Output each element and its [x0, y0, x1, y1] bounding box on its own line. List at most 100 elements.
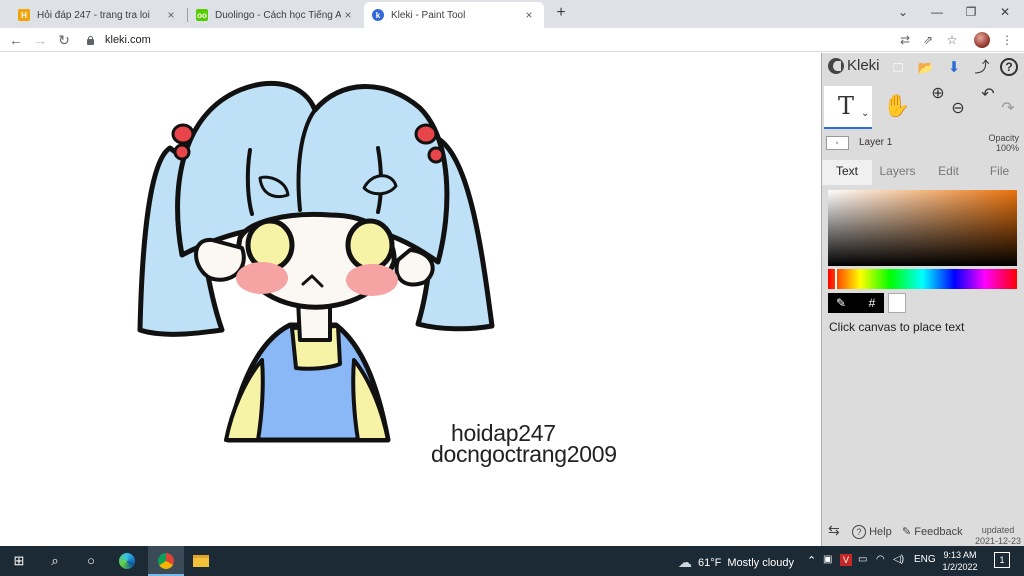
eyedropper-icon[interactable]: ✎: [833, 295, 849, 311]
share-icon[interactable]: ⤴: [972, 58, 992, 78]
folder-icon: [193, 555, 209, 567]
address-bar[interactable]: kleki.com: [86, 30, 886, 50]
browser-toolbar: ← → ↻ kleki.com ⇄ ⇗ ☆ ⋮: [0, 28, 1024, 52]
translate-icon[interactable]: ⇄: [896, 31, 914, 49]
feedback-link[interactable]: ✎ Feedback: [902, 525, 963, 538]
start-windows-icon[interactable]: ⊞: [8, 551, 30, 571]
zoom-out-icon[interactable]: ⊖: [948, 98, 968, 118]
updated-info[interactable]: updated 2021-12-23: [975, 525, 1021, 547]
tab-search-icon[interactable]: ⌄: [886, 3, 920, 21]
tab-close-icon[interactable]: ×: [522, 8, 536, 22]
drawing-canvas[interactable]: hoidap247 docngoctrang2009: [0, 53, 821, 546]
kleki-header: Kleki □ 📂 ⬇ ⤴ ?: [822, 53, 1024, 83]
tab-duolingo[interactable]: oo Duolingo - Cách học Tiếng Anh t ×: [188, 2, 363, 28]
clock-date: 1/2/2022: [942, 562, 978, 572]
share-icon[interactable]: ⇗: [919, 31, 937, 49]
hoidap-favicon-icon: H: [18, 9, 30, 21]
tab-title: Kleki - Paint Tool: [391, 9, 466, 21]
edge-app-icon[interactable]: [116, 551, 138, 571]
back-button[interactable]: ←: [6, 30, 26, 50]
feedback-icon: ✎: [902, 526, 912, 538]
tab-close-icon[interactable]: ×: [341, 8, 355, 22]
tab-edit[interactable]: Edit: [923, 160, 974, 185]
menu-icon[interactable]: ⋮: [998, 31, 1016, 49]
hex-input-icon[interactable]: #: [864, 295, 880, 311]
tray-app-icon[interactable]: ▣: [823, 554, 832, 565]
profile-avatar[interactable]: [974, 32, 990, 48]
text-tool-hint: Click canvas to place text: [829, 320, 965, 334]
text-tool-pane: ✎ # Click canvas to place text ⇆ ? Help …: [822, 185, 1024, 546]
new-image-icon[interactable]: □: [888, 58, 908, 78]
hue-slider[interactable]: [828, 269, 1017, 289]
save-download-icon[interactable]: ⬇: [944, 58, 964, 78]
watermark-line-2: docngoctrang2009: [431, 441, 617, 467]
taskbar-clock[interactable]: 9:13 AM 1/2/2022: [940, 549, 980, 573]
tab-file[interactable]: File: [974, 160, 1024, 185]
cloud-icon: ☁: [678, 554, 692, 570]
kleki-logo[interactable]: Kleki: [828, 57, 880, 74]
weather-widget[interactable]: ☁ 61°F Mostly cloudy: [678, 554, 794, 571]
lock-icon: [86, 35, 95, 45]
tab-close-icon[interactable]: ×: [164, 8, 178, 22]
layer-name: Layer 1: [859, 137, 893, 148]
tab-text[interactable]: Text: [822, 160, 872, 185]
undo-icon[interactable]: ↶: [978, 84, 998, 127]
opacity-value: 100%: [995, 143, 1019, 153]
panel-footer: ⇆ ? Help ✎ Feedback updated 2021-12-23: [822, 519, 1024, 546]
hand-tool-icon[interactable]: ✋: [882, 86, 912, 129]
layer-thumbnail: ₖ: [826, 136, 849, 150]
help-icon[interactable]: ?: [1000, 58, 1018, 76]
current-color-swatch[interactable]: [888, 293, 906, 313]
text-tool-button[interactable]: T ⌄: [824, 86, 872, 129]
windows-taskbar: ⊞ ⌕ ○ ☁ 61°F Mostly cloudy ⌃ ▣ V ▭ ◠ ◁) …: [0, 546, 1024, 576]
chrome-app-icon[interactable]: [148, 546, 184, 576]
tab-kleki[interactable]: k Kleki - Paint Tool ×: [364, 2, 544, 28]
tab-layers[interactable]: Layers: [872, 160, 923, 185]
color-saturation-value-picker[interactable]: [828, 190, 1017, 266]
clock-time: 9:13 AM: [943, 550, 977, 560]
chibi-girl-drawing: [137, 80, 495, 443]
tray-wifi-icon[interactable]: ◠: [876, 554, 885, 565]
panel-tabs: Text Layers Edit File: [822, 160, 1024, 185]
opacity-label: Opacity: [988, 133, 1019, 143]
new-tab-button[interactable]: +: [553, 4, 569, 22]
kleki-logo-text: Kleki: [847, 57, 880, 74]
language-indicator[interactable]: ENG: [914, 554, 936, 565]
swap-side-icon[interactable]: ⇆: [828, 522, 840, 539]
kleki-side-panel: Kleki □ 📂 ⬇ ⤴ ? T ⌄ ✋ ⊕ ⊖ ↶ ↷ ₖ Layer 1 …: [821, 53, 1024, 546]
help-circle-icon: ?: [852, 525, 866, 539]
redo-icon[interactable]: ↷: [998, 98, 1018, 118]
chevron-down-icon[interactable]: ⌄: [861, 108, 869, 119]
hue-slider-handle[interactable]: [835, 268, 837, 290]
active-layer-row[interactable]: ₖ Layer 1 Opacity 100%: [822, 133, 1024, 157]
tab-title: Duolingo - Cách học Tiếng Anh t: [215, 9, 341, 21]
tray-network-icon[interactable]: ▭: [858, 554, 867, 565]
screen: H Hỏi đáp 247 - trang tra loi × oo Duoli…: [0, 0, 1024, 576]
feedback-label: Feedback: [914, 526, 963, 538]
open-folder-icon[interactable]: 📂: [916, 58, 936, 78]
layer-opacity[interactable]: Opacity 100%: [988, 133, 1019, 153]
tab-title: Hỏi đáp 247 - trang tra loi: [37, 9, 150, 21]
forward-button[interactable]: →: [30, 30, 50, 50]
zoom-in-icon[interactable]: ⊕: [928, 83, 948, 126]
notification-center-icon[interactable]: 1: [994, 552, 1010, 568]
maximize-button[interactable]: ❐: [954, 3, 988, 21]
tray-volume-icon[interactable]: ◁): [893, 554, 904, 565]
url-text: kleki.com: [105, 34, 151, 46]
weather-description: Mostly cloudy: [727, 556, 794, 569]
tool-row: T ⌄ ✋ ⊕ ⊖ ↶ ↷: [822, 83, 1024, 129]
close-window-button[interactable]: ✕: [988, 3, 1022, 21]
reload-button[interactable]: ↻: [54, 30, 74, 50]
tray-overflow-icon[interactable]: ⌃: [807, 554, 816, 567]
tray-antivirus-icon[interactable]: V: [840, 554, 852, 566]
minimize-button[interactable]: —: [920, 3, 954, 21]
tab-hoidap247[interactable]: H Hỏi đáp 247 - trang tra loi ×: [10, 2, 186, 28]
file-explorer-icon[interactable]: [190, 551, 212, 571]
task-view-icon[interactable]: ○: [80, 551, 102, 571]
chrome-icon: [158, 552, 174, 569]
help-link[interactable]: ? Help: [852, 525, 892, 539]
bookmark-star-icon[interactable]: ☆: [943, 31, 961, 49]
browser-tab-strip: H Hỏi đáp 247 - trang tra loi × oo Duoli…: [0, 0, 1024, 28]
help-label: Help: [869, 526, 892, 538]
search-icon[interactable]: ⌕: [44, 551, 66, 571]
